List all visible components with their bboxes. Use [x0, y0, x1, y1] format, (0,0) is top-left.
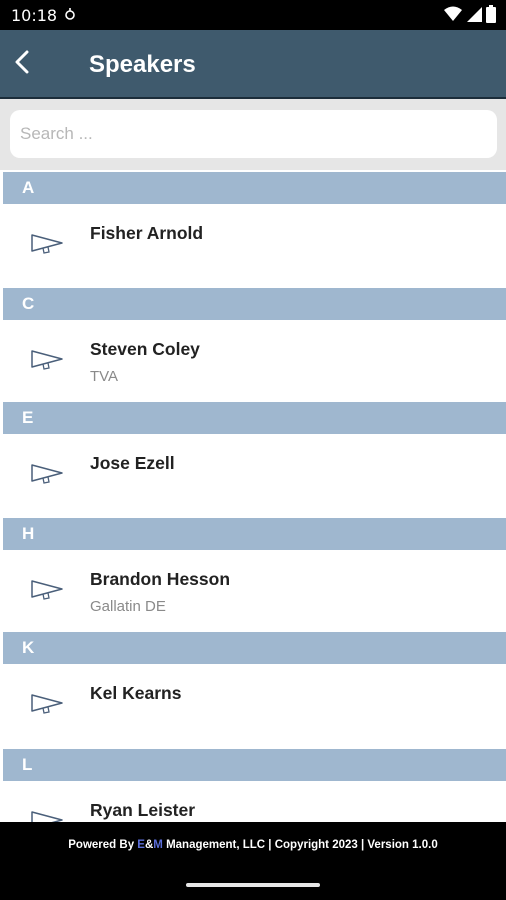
- search-bar: [0, 99, 506, 170]
- status-bar: 10:18: [0, 0, 506, 30]
- megaphone-icon: [30, 809, 64, 822]
- speaker-name: Kel Kearns: [90, 683, 182, 703]
- section-header-a: A: [3, 172, 506, 204]
- app-bar: Speakers: [0, 30, 506, 99]
- section-header-k: K: [3, 632, 506, 664]
- megaphone-icon: [30, 692, 64, 714]
- speaker-organization: TVA: [90, 368, 119, 385]
- back-button[interactable]: [8, 49, 36, 79]
- footer: Powered By E&M Management, LLC | Copyrig…: [0, 822, 506, 900]
- page-title: Speakers: [89, 51, 196, 78]
- footer-rest: Management, LLC | Copyright 2023 | Versi…: [162, 839, 438, 851]
- speaker-name: Brandon Hesson: [90, 569, 231, 589]
- list-item[interactable]: Steven Coley TVA: [0, 320, 506, 402]
- speaker-organization: Gallatin DE: [90, 598, 166, 615]
- section-header-l: L: [3, 749, 506, 781]
- list-item[interactable]: Kel Kearns: [0, 664, 506, 748]
- megaphone-icon: [30, 348, 64, 370]
- speaker-list[interactable]: A Fisher Arnold C Steven Coley TVA E Jos…: [0, 170, 506, 822]
- list-item[interactable]: Ryan Leister: [0, 781, 506, 822]
- speaker-name: Ryan Leister: [90, 800, 196, 820]
- list-item[interactable]: Jose Ezell: [0, 434, 506, 518]
- section-header-h: H: [3, 518, 506, 550]
- battery-icon: [486, 5, 496, 28]
- footer-copyright: Powered By E&M Management, LLC | Copyrig…: [0, 839, 506, 851]
- section-header-c: C: [3, 288, 506, 320]
- speaker-name: Steven Coley: [90, 339, 200, 359]
- megaphone-icon: [30, 232, 64, 254]
- megaphone-icon: [30, 462, 64, 484]
- footer-brand-e: E: [137, 839, 145, 851]
- wifi-icon: [444, 6, 462, 27]
- chevron-left-icon: [14, 50, 30, 79]
- list-item[interactable]: Brandon Hesson Gallatin DE: [0, 550, 506, 632]
- signal-icon: [466, 6, 482, 27]
- speaker-name: Jose Ezell: [90, 453, 175, 473]
- alarm-icon: [64, 6, 76, 27]
- status-time: 10:18: [11, 6, 58, 25]
- speaker-name: Fisher Arnold: [90, 223, 204, 243]
- status-icons: [444, 5, 496, 28]
- list-item[interactable]: Fisher Arnold: [0, 204, 506, 288]
- footer-powered-by: Powered By: [68, 839, 138, 851]
- footer-brand-m: M: [153, 839, 163, 851]
- megaphone-icon: [30, 578, 64, 600]
- search-input[interactable]: [10, 110, 497, 158]
- section-header-e: E: [3, 402, 506, 434]
- home-indicator[interactable]: [186, 883, 320, 887]
